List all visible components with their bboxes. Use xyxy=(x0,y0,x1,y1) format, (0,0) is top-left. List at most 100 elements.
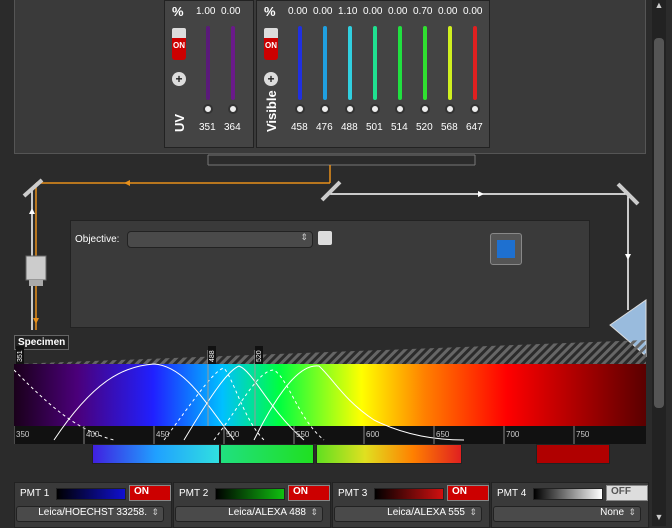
uv-laser-value: 0.00 xyxy=(221,6,241,17)
visible-slider-knob[interactable] xyxy=(320,104,330,114)
scroll-thumb[interactable] xyxy=(654,38,664,408)
uv-slider-knob[interactable] xyxy=(228,104,238,114)
visible-laser-wavelength: 476 xyxy=(316,122,333,133)
visible-laser-slider[interactable] xyxy=(473,26,477,100)
pmt-toggle-label: ON xyxy=(134,486,149,497)
pmt-toggle-label: ON xyxy=(452,486,467,497)
visible-slider-knob[interactable] xyxy=(420,104,430,114)
chevron-updown-icon: ⇕ xyxy=(310,507,318,517)
scroll-down-icon[interactable]: ▼ xyxy=(652,512,666,522)
pmt-color-bar xyxy=(533,488,603,500)
pmt-color-bar xyxy=(374,488,444,500)
visible-laser-value: 0.00 xyxy=(288,6,308,17)
detection-band-4[interactable] xyxy=(536,444,610,464)
spectrum-tick-label: 550 xyxy=(296,430,310,439)
spectrum-tick-label: 450 xyxy=(156,430,170,439)
spectrum-tick-label: 500 xyxy=(226,430,240,439)
spectrum-hatch xyxy=(14,340,646,364)
uv-laser-value: 1.00 xyxy=(196,6,216,17)
pmt-dye-select[interactable]: Leica/ALEXA 488 ⇕ xyxy=(175,506,323,522)
uv-slider-knob[interactable] xyxy=(203,104,213,114)
spectrum-tick-label: 600 xyxy=(366,430,380,439)
spectrum-axis xyxy=(14,426,646,444)
visible-laser-slider[interactable] xyxy=(323,26,327,100)
spectrum-marker[interactable]: 351 xyxy=(16,346,24,364)
pmt-dye-value: Leica/ALEXA 488 xyxy=(228,507,306,518)
visible-laser-wavelength: 568 xyxy=(441,122,458,133)
uv-laser-slider[interactable] xyxy=(231,26,235,100)
visible-slider-knob[interactable] xyxy=(345,104,355,114)
visible-laser-slider[interactable] xyxy=(298,26,302,100)
visible-laser-wavelength: 458 xyxy=(291,122,308,133)
uv-laser-wavelength: 364 xyxy=(224,122,241,133)
visible-laser-slider[interactable] xyxy=(398,26,402,100)
spectrum-marker-label: 488 xyxy=(209,350,216,362)
pmt-dye-value: Leica/ALEXA 555 xyxy=(387,507,465,518)
objective-detail-button[interactable] xyxy=(318,231,332,245)
pmt-toggle-label: OFF xyxy=(611,486,631,497)
visible-laser-value: 0.00 xyxy=(438,6,458,17)
spectrum-marker[interactable]: 520 xyxy=(255,346,263,364)
visible-laser-slider[interactable] xyxy=(448,26,452,100)
visible-slider-knob[interactable] xyxy=(295,104,305,114)
uv-laser-slider[interactable] xyxy=(206,26,210,100)
detection-band-3[interactable] xyxy=(316,444,462,464)
visible-laser-slider[interactable] xyxy=(373,26,377,100)
spectrum-tick-label: 750 xyxy=(576,430,590,439)
spectrum-tick-label: 650 xyxy=(436,430,450,439)
pmt-toggle[interactable]: ON xyxy=(447,485,489,501)
pmt-dye-select[interactable]: Leica/HOECHST 33258. ⇕ xyxy=(16,506,164,522)
uv-laser-wavelength: 351 xyxy=(199,122,216,133)
chevron-updown-icon: ⇕ xyxy=(151,507,159,517)
pmt-toggle[interactable]: OFF xyxy=(606,485,648,501)
pmt-toggle-label: ON xyxy=(293,486,308,497)
visible-laser-wavelength: 488 xyxy=(341,122,358,133)
visible-laser-wavelength: 647 xyxy=(466,122,483,133)
visible-laser-value: 1.10 xyxy=(338,6,358,17)
pmt-toggle[interactable]: ON xyxy=(129,485,171,501)
spectrum-marker-label: 520 xyxy=(256,350,263,362)
pmt-toggle[interactable]: ON xyxy=(288,485,330,501)
visible-laser-slider[interactable] xyxy=(348,26,352,100)
visible-laser-wavelength: 514 xyxy=(391,122,408,133)
mirror-center-icon xyxy=(320,180,342,202)
spectrum-gradient xyxy=(14,364,646,426)
objective-lens-icon xyxy=(25,255,47,286)
chevron-updown-icon: ⇕ xyxy=(628,507,636,517)
visible-laser-value: 0.00 xyxy=(363,6,383,17)
microscope-view-button[interactable] xyxy=(490,233,522,265)
pmt-color-bar xyxy=(215,488,285,500)
visible-slider-knob[interactable] xyxy=(470,104,480,114)
vertical-scrollbar[interactable]: ▲ ▼ xyxy=(652,0,666,526)
visible-slider-knob[interactable] xyxy=(370,104,380,114)
pmt-dye-select[interactable]: None ⇕ xyxy=(493,506,641,522)
detection-band-1[interactable] xyxy=(92,444,220,464)
microscope-view-icon xyxy=(497,240,515,258)
pmt-name: PMT 3 xyxy=(338,488,368,499)
visible-laser-value: 0.00 xyxy=(388,6,408,17)
visible-laser-value: 0.70 xyxy=(413,6,433,17)
chevron-updown-icon: ⇕ xyxy=(300,232,308,242)
beam-arrow-right-icon xyxy=(478,191,484,197)
pmt-color-bar xyxy=(56,488,126,500)
visible-laser-slider[interactable] xyxy=(423,26,427,100)
pmt-name: PMT 2 xyxy=(179,488,209,499)
spectrum-tick-label: 350 xyxy=(16,430,30,439)
pmt-name: PMT 4 xyxy=(497,488,527,499)
visible-slider-knob[interactable] xyxy=(395,104,405,114)
spectrum-marker[interactable]: 488 xyxy=(208,346,216,364)
pmt-name: PMT 1 xyxy=(20,488,50,499)
spectrum-tick-label: 400 xyxy=(86,430,100,439)
objective-select[interactable]: ⇕ xyxy=(127,231,313,248)
objective-label: Objective: xyxy=(75,234,120,245)
pmt-dye-select[interactable]: Leica/ALEXA 555 ⇕ xyxy=(334,506,482,522)
visible-laser-value: 0.00 xyxy=(313,6,333,17)
visible-laser-wavelength: 520 xyxy=(416,122,433,133)
detection-band-2[interactable] xyxy=(220,444,314,464)
visible-laser-wavelength: 501 xyxy=(366,122,383,133)
visible-slider-knob[interactable] xyxy=(445,104,455,114)
beam-arrow-icon xyxy=(124,180,130,186)
spectrum-tick-label: 700 xyxy=(506,430,520,439)
scroll-up-icon[interactable]: ▲ xyxy=(652,0,666,14)
visible-laser-value: 0.00 xyxy=(463,6,483,17)
